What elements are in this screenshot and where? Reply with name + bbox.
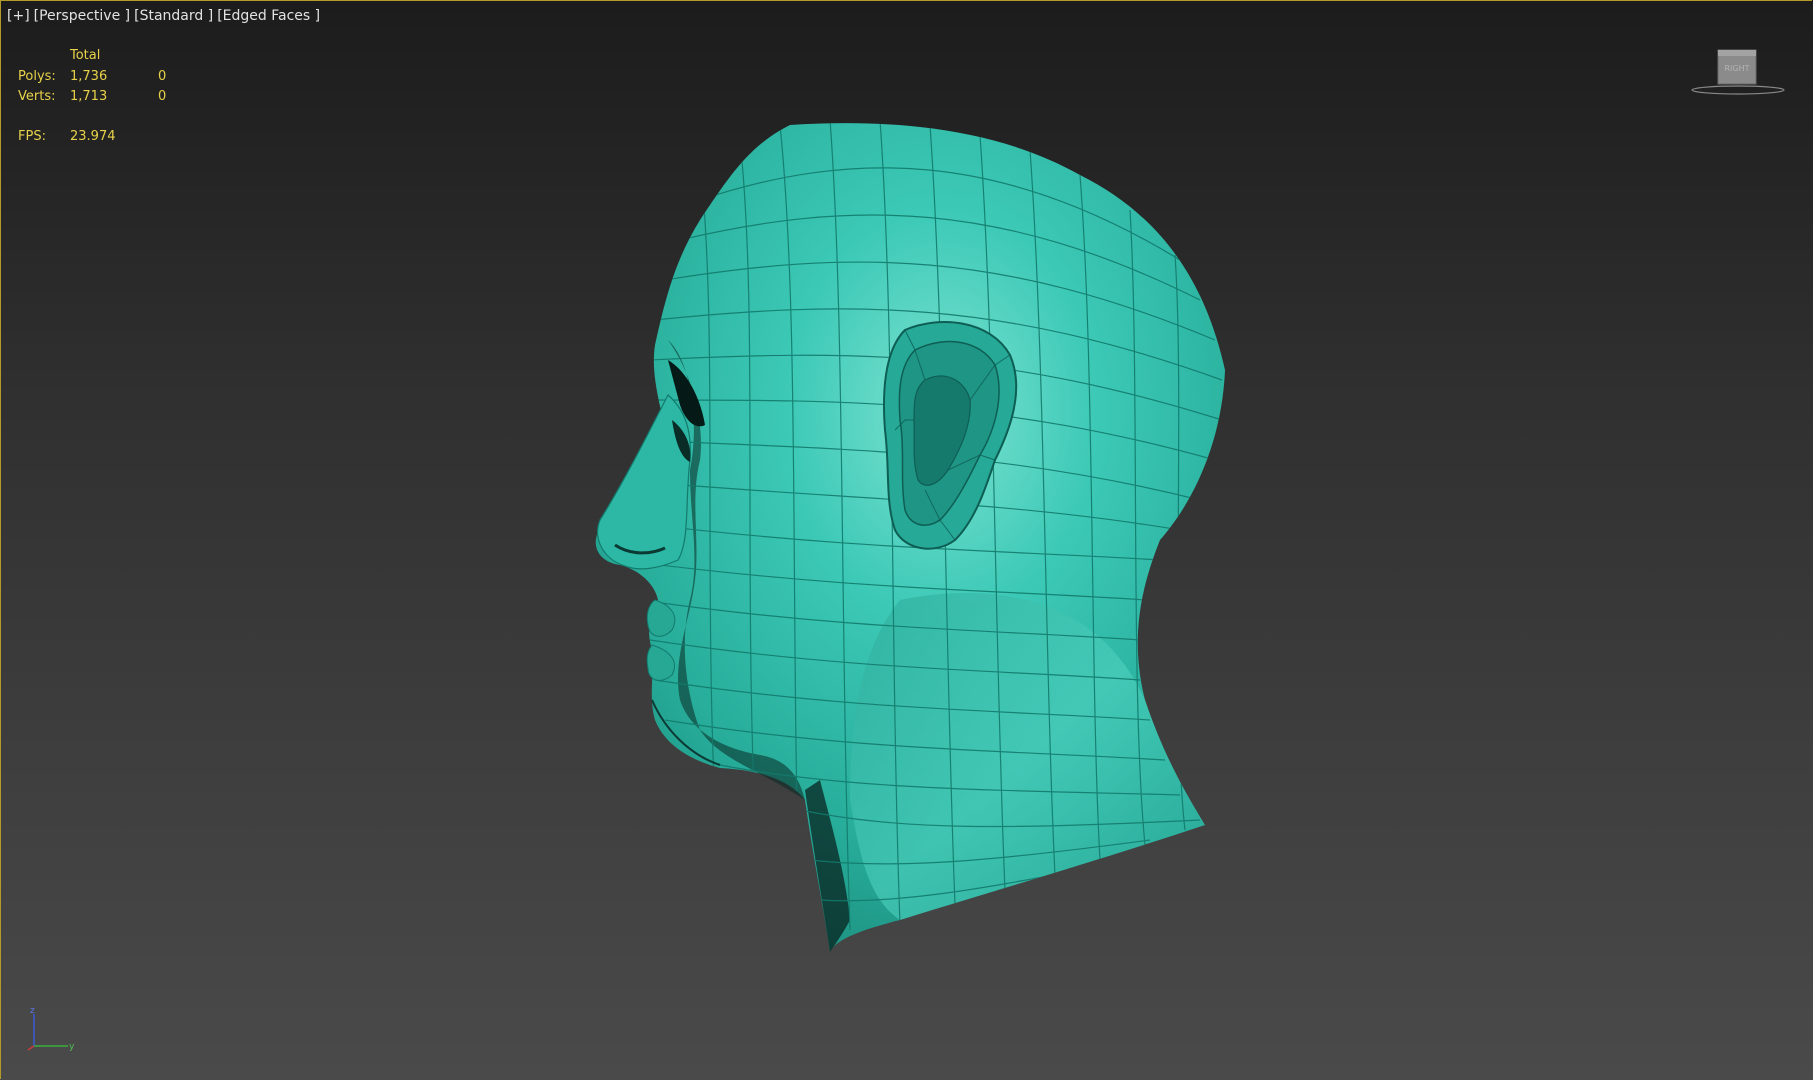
axis-z-label: z	[30, 1006, 35, 1016]
verts-selected: 0	[158, 89, 167, 104]
viewport-label: [+] [Perspective ] [Standard ] [Edged Faces…	[7, 8, 324, 24]
polys-total: 1,736	[70, 69, 108, 84]
verts-label: Verts:	[18, 89, 56, 104]
viewport-shading-menu[interactable]: [Standard ]	[134, 8, 213, 24]
viewport-display-menu[interactable]: [Edged Faces ]	[217, 8, 320, 24]
viewport-view-menu[interactable]: [Perspective ]	[34, 8, 130, 24]
viewcube-icon[interactable]: RIGHT	[1688, 48, 1788, 98]
stats-header: Total	[70, 48, 101, 63]
head-mesh[interactable]	[0, 0, 1813, 1080]
fps-value: 23.974	[70, 129, 116, 144]
polys-label: Polys:	[18, 69, 56, 84]
polys-selected: 0	[158, 69, 167, 84]
axis-y-label: y	[69, 1042, 75, 1052]
axis-tripod-icon: z y	[27, 1006, 75, 1052]
viewcube-face-label: RIGHT	[1724, 64, 1749, 73]
viewport-plus-menu[interactable]: [+]	[7, 8, 30, 24]
perspective-viewport[interactable]: [+] [Perspective ] [Standard ] [Edged Faces…	[0, 0, 1813, 1080]
fps-label: FPS:	[18, 129, 46, 144]
verts-total: 1,713	[70, 89, 108, 104]
